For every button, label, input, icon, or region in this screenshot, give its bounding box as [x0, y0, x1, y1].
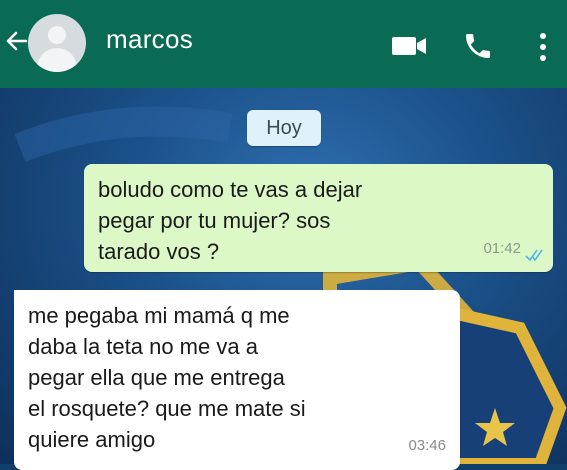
avatar-head-shape [48, 26, 66, 44]
incoming-message-bubble[interactable]: me pegaba mi mamá q me daba la teta no m… [14, 290, 460, 470]
outgoing-message-bubble[interactable]: boludo como te vas a dejar pegar por tu … [84, 164, 553, 272]
more-options-icon[interactable] [536, 30, 550, 64]
back-arrow-icon[interactable] [4, 28, 30, 54]
phone-icon[interactable] [462, 30, 494, 62]
chat-header: marcos [0, 0, 567, 88]
read-ticks-icon [525, 242, 545, 261]
avatar[interactable] [28, 14, 86, 72]
message-time: 01:42 [483, 240, 521, 257]
message-time: 03:46 [408, 437, 446, 454]
message-text: me pegaba mi mamá q me daba la teta no m… [28, 303, 306, 452]
message-meta: 01:42 [483, 233, 545, 264]
video-call-icon[interactable] [390, 34, 430, 58]
date-chip: Hoy [247, 110, 321, 146]
contact-name[interactable]: marcos [106, 24, 193, 55]
message-text: boludo como te vas a dejar pegar por tu … [98, 177, 363, 264]
avatar-body-shape [37, 48, 77, 72]
